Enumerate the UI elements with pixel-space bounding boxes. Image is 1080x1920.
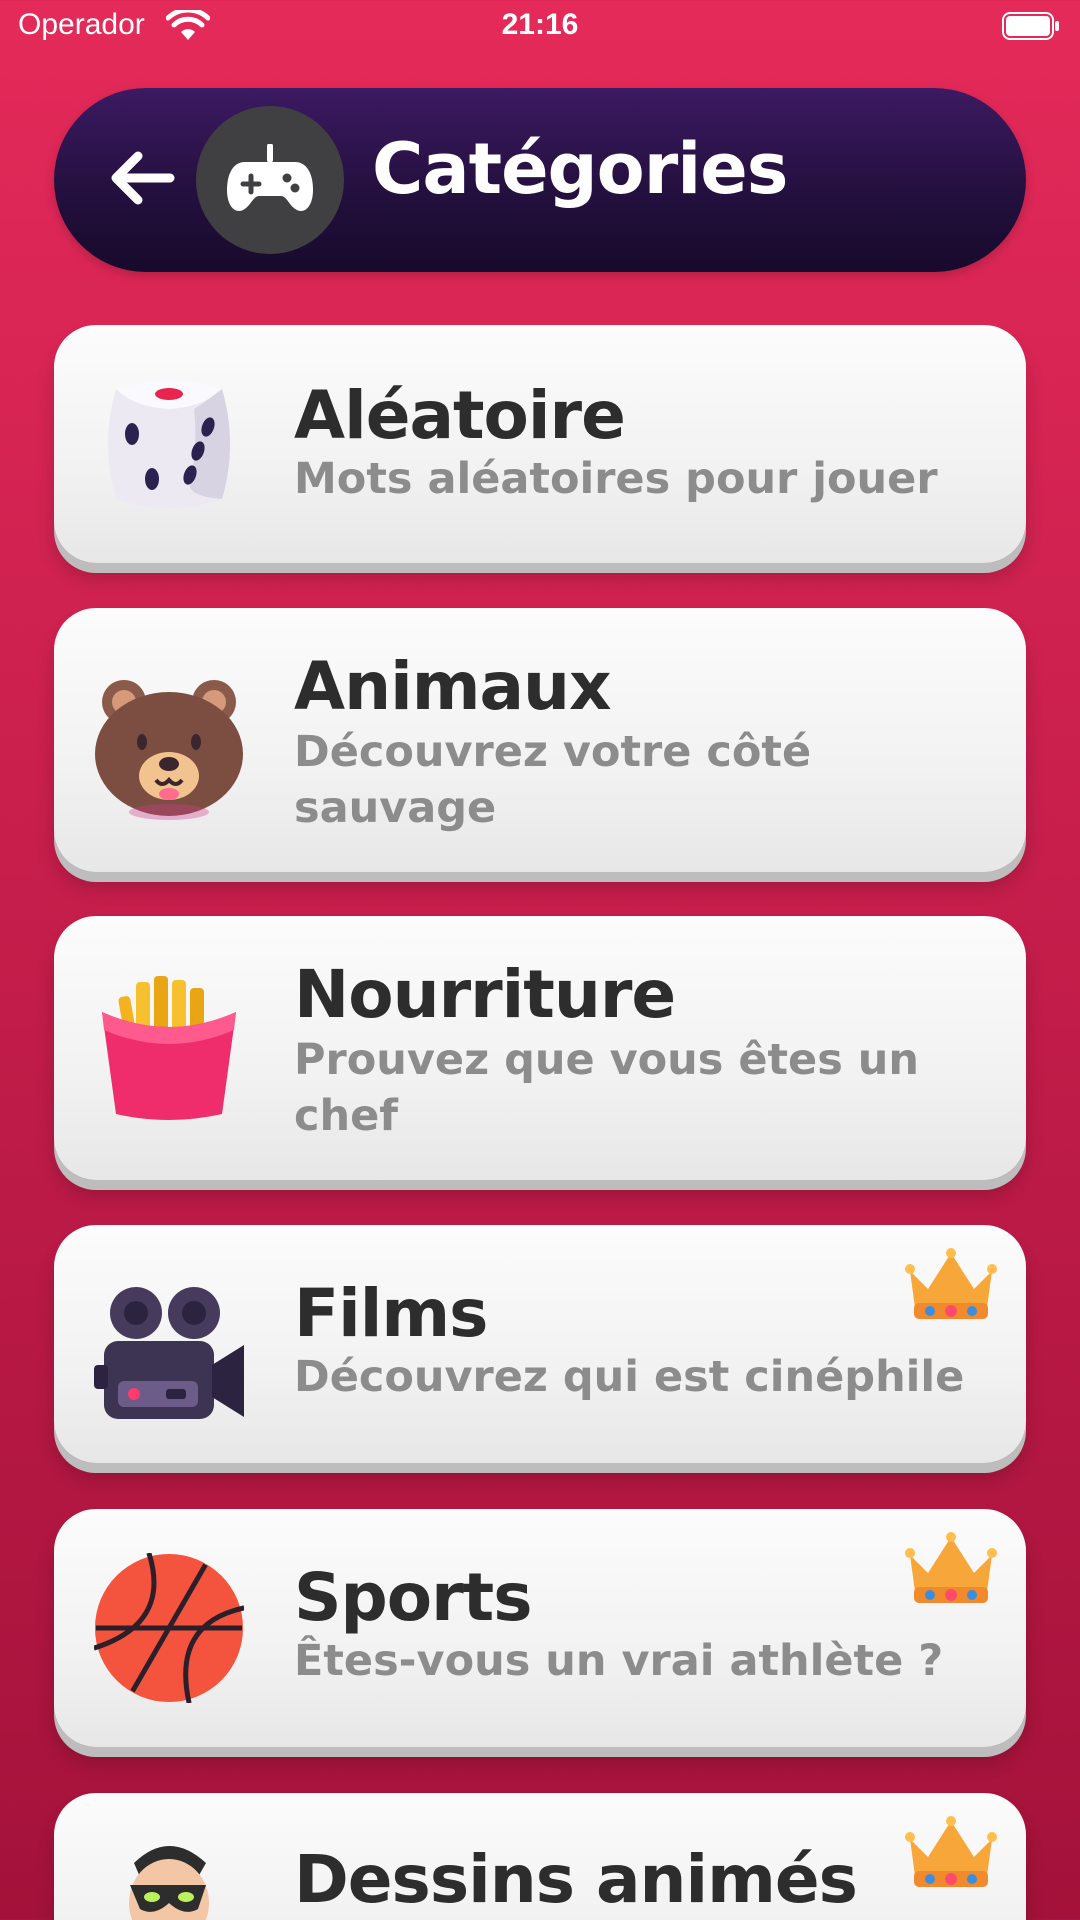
fries-icon [102, 976, 236, 1120]
crown-icon [905, 1532, 997, 1603]
category-title: Dessins animés [294, 1841, 858, 1918]
gamepad-icon [227, 144, 313, 212]
category-title: Animaux [294, 648, 612, 725]
status-bar: Operador 21:16 [0, 0, 1080, 56]
crown-icon [905, 1248, 997, 1319]
bear-icon [95, 680, 243, 820]
category-card-dessins-animes[interactable]: Dessins animés [54, 1793, 1026, 1920]
category-subtitle: Prouvez que vous êtes un chef [294, 1035, 920, 1141]
gamepad-badge [196, 106, 344, 254]
category-subtitle: Découvrez qui est cinéphile [294, 1352, 965, 1402]
category-title: Nourriture [294, 956, 676, 1033]
cartoon-character-icon [129, 1846, 209, 1920]
category-subtitle: Découvrez votre côté sauvage [294, 727, 812, 833]
category-title: Sports [294, 1559, 533, 1636]
dice-icon [108, 380, 230, 508]
category-title: Films [294, 1275, 488, 1352]
crown-icon [905, 1816, 997, 1887]
page-title: Catégories [372, 128, 788, 210]
category-title: Aléatoire [294, 377, 626, 454]
basketball-icon [94, 1553, 244, 1703]
category-card-nourriture[interactable]: Nourriture Prouvez que vous êtes un chef [54, 916, 1026, 1180]
category-card-aleatoire[interactable]: Aléatoire Mots aléatoires pour jouer [54, 325, 1026, 563]
clock: 21:16 [501, 8, 579, 41]
category-card-sports[interactable]: Sports Êtes-vous un vrai athlète ? [54, 1509, 1026, 1747]
category-card-animaux[interactable]: Animaux Découvrez votre côté sauvage [54, 608, 1026, 872]
category-subtitle: Mots aléatoires pour jouer [294, 454, 938, 504]
category-subtitle: Êtes-vous un vrai athlète ? [294, 1636, 944, 1686]
category-card-films[interactable]: Films Découvrez qui est cinéphile [54, 1225, 1026, 1463]
back-arrow-icon[interactable] [108, 148, 176, 208]
battery-icon [1002, 12, 1059, 40]
movie-camera-icon [94, 1287, 244, 1419]
